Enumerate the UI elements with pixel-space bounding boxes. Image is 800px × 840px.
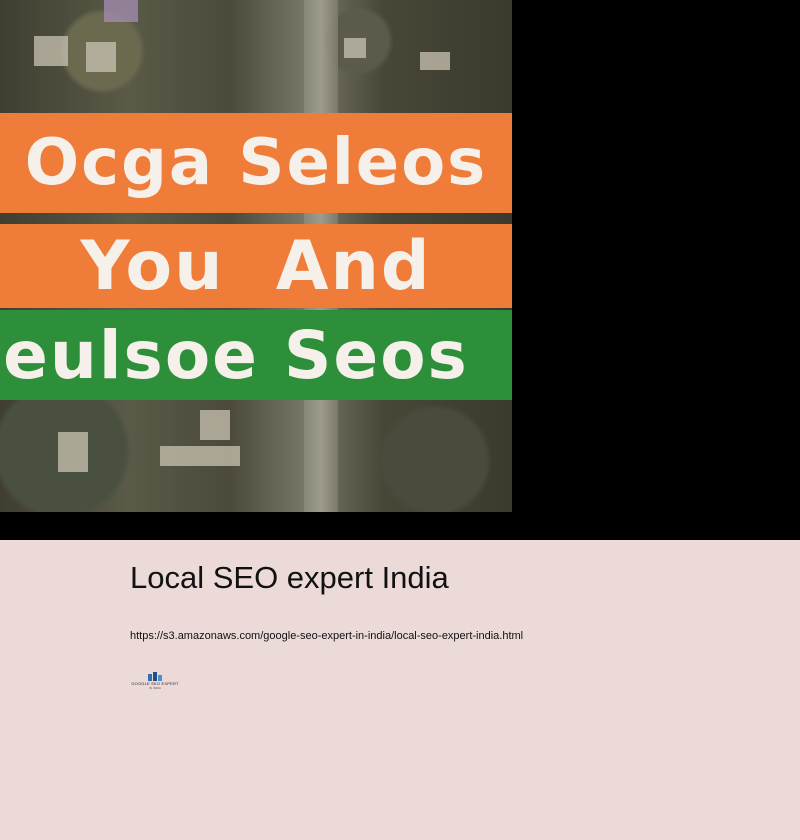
- article-url-link[interactable]: https://s3.amazonaws.com/google-seo-expe…: [130, 630, 523, 642]
- banner-line-2-text: You And: [80, 226, 432, 306]
- logo-mark-icon: [148, 672, 162, 681]
- site-logo[interactable]: GOOGLE SEO EXPERT IN INDIA: [130, 672, 180, 696]
- rooftop: [420, 52, 450, 70]
- rooftop: [86, 42, 116, 72]
- page-title: Local SEO expert India: [130, 560, 449, 595]
- rooftop: [34, 36, 68, 66]
- banner-line-3-text: eulsoe Seos: [3, 316, 469, 394]
- banner-line-3: eulsoe Seos: [0, 310, 512, 400]
- hero-section: Ocga Seleos You And eulsoe Seos: [0, 0, 800, 540]
- logo-subtext: IN INDIA: [149, 686, 161, 690]
- rooftop: [160, 446, 240, 466]
- rooftop: [200, 410, 230, 440]
- rooftop: [104, 0, 138, 22]
- rooftop: [58, 432, 88, 472]
- banner-line-1-text: Ocga Seleos: [24, 126, 488, 200]
- hero-image: Ocga Seleos You And eulsoe Seos: [0, 0, 512, 512]
- rooftop: [344, 38, 366, 58]
- banner-line-2: You And: [0, 224, 512, 308]
- banner-line-1: Ocga Seleos: [0, 113, 512, 213]
